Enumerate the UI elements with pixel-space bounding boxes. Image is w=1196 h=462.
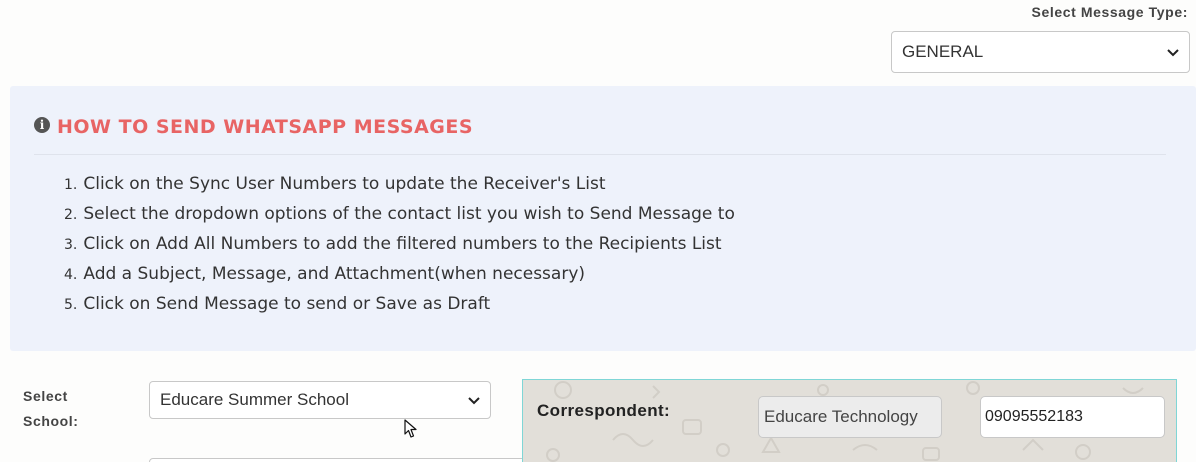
instruction-step: 5. Click on Send Message to send or Save … [64,294,491,314]
divider [34,154,1166,155]
correspondent-panel: Correspondent: Educare Technology 090955… [522,379,1177,462]
instruction-step: 1. Click on the Sync User Numbers to upda… [64,174,606,194]
instruction-step: 4. Add a Subject, Message, and Attachment… [64,264,586,284]
correspondent-name-field: Educare Technology [758,396,942,438]
info-icon: i [34,117,50,133]
mouse-cursor-icon [404,419,417,438]
school-select[interactable]: Educare Summer School [149,381,491,419]
message-type-value: GENERAL [902,42,984,61]
instruction-step: 2. Select the dropdown options of the con… [64,204,735,224]
instructions-title: HOW TO SEND WHATSAPP MESSAGES [57,116,474,138]
partial-input[interactable] [149,458,529,462]
school-value: Educare Summer School [160,390,349,409]
instructions-list: 1. Click on the Sync User Numbers to upda… [64,169,735,319]
school-label: Select School: [23,388,79,429]
correspondent-phone-field[interactable]: 09095552183 [980,396,1165,438]
instructions-panel: i HOW TO SEND WHATSAPP MESSAGES 1. Click … [10,86,1196,351]
correspondent-label: Correspondent: [537,401,671,420]
chevron-down-icon [1167,49,1179,57]
instruction-step: 3. Click on Add All Numbers to add the fi… [64,234,722,254]
message-type-label: Select Message Type: [1031,4,1188,20]
instructions-header: i HOW TO SEND WHATSAPP MESSAGES [34,116,473,138]
message-type-select[interactable]: GENERAL [891,31,1190,73]
chevron-down-icon [468,397,480,405]
